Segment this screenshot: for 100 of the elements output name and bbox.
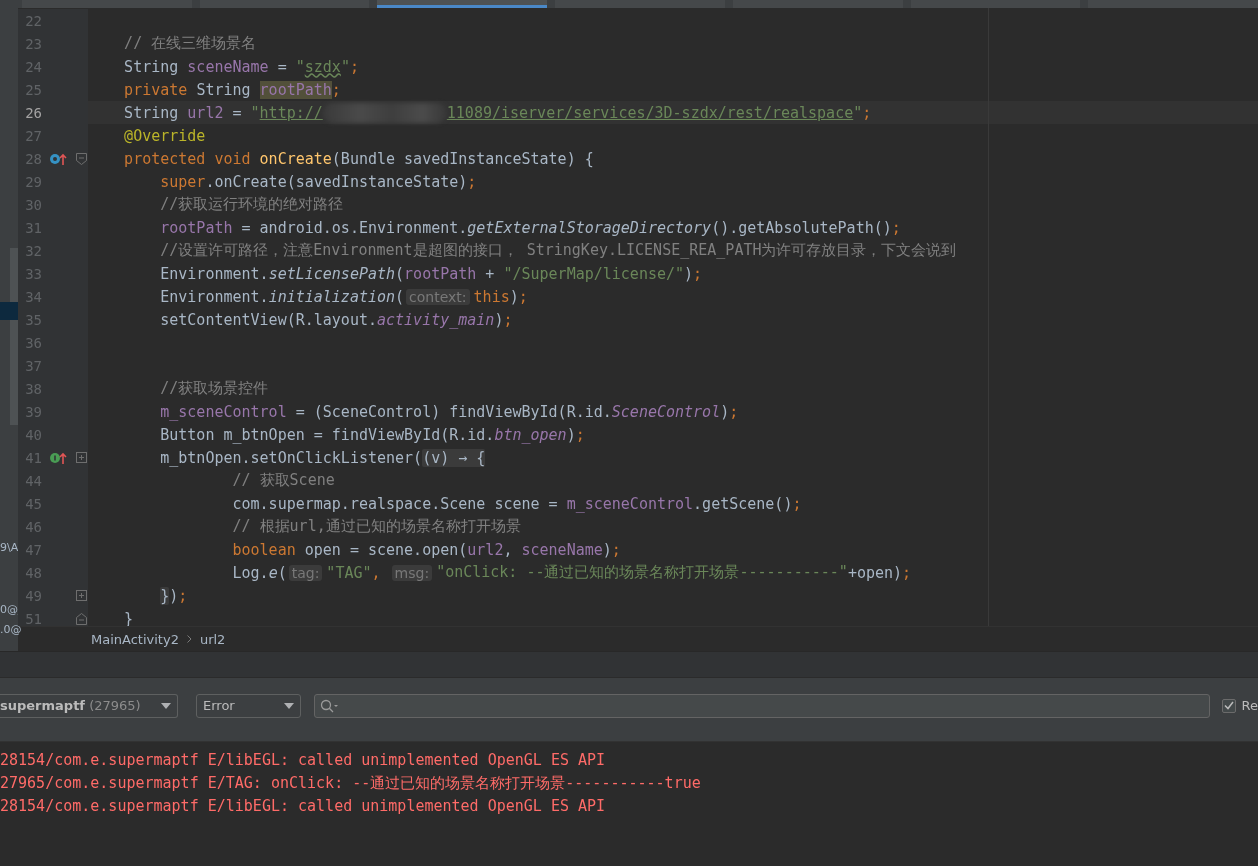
keyword: private <box>123 80 189 99</box>
field-name: SceneControl <box>611 402 721 421</box>
url-link[interactable]: http:// <box>259 103 323 122</box>
search-field[interactable] <box>314 693 1210 718</box>
string-literal: "onClick: --通过已知的场景名称打开场景-----------" <box>436 563 848 582</box>
code-text: ) <box>566 425 576 444</box>
regex-checkbox[interactable] <box>1221 698 1236 713</box>
expand-icon[interactable] <box>75 452 87 463</box>
code-text: ( <box>277 563 287 582</box>
string-literal: szdx <box>304 57 341 76</box>
sidebar-text: .0@ <box>0 623 22 636</box>
string-literal: " <box>853 103 863 122</box>
code-text: ().getAbsolutePath() <box>711 218 892 237</box>
log-line: 28154/com.e.supermaptf E/libEGL: called unimplemented OpenGL ES API <box>0 796 607 817</box>
log-line: 27965/com.e.supermaptf E/TAG: onClick: --通过已知的场景名称打开场景-----------true <box>0 773 702 794</box>
code-comment: // 根据url,通过已知的场景名称打开场景 <box>231 517 521 536</box>
code-comment: //获取场景控件 <box>159 379 269 398</box>
chevron-icon <box>186 635 192 643</box>
checkbox-label: Re <box>1241 698 1258 713</box>
keyword: ; <box>693 264 703 283</box>
string-literal: " <box>250 103 260 122</box>
code-text: ) <box>509 287 519 306</box>
line-number: 26 <box>24 104 42 121</box>
code-text: (Bundle savedInstanceState) { <box>331 149 594 168</box>
keyword: ; <box>792 494 802 513</box>
log-line: 28154/com.e.supermaptf E/libEGL: called unimplemented OpenGL ES API <box>0 750 607 771</box>
editor-tab[interactable] <box>377 0 548 8</box>
highlighted-identifier: rootPath <box>259 80 332 99</box>
method-call: initialization <box>268 287 396 306</box>
override-marker-icon[interactable] <box>49 151 67 166</box>
folded-code[interactable]: } <box>88 586 170 605</box>
string-literal: " <box>340 57 350 76</box>
keyword: ; <box>518 287 528 306</box>
keyword: boolean <box>231 540 297 559</box>
method-call: setLicensePath <box>268 264 396 283</box>
code-text: ) <box>494 310 504 329</box>
code-text: , <box>503 540 514 559</box>
code-text: = (SceneControl) findViewById(R.id. <box>294 402 612 421</box>
code-comment: //获取运行环境的绝对路径 <box>159 195 344 214</box>
code-text: Button m_btnOpen = findViewById(R.id. <box>159 425 495 444</box>
code-text: m_btnOpen.setOnClickListener( <box>159 448 423 467</box>
sidebar-text: 9\A <box>0 541 19 554</box>
keyword: ; <box>503 310 513 329</box>
fold-icon[interactable] <box>75 152 87 165</box>
code-text: +open) <box>847 563 903 582</box>
implements-marker-icon[interactable] <box>49 450 67 465</box>
code-comment: // 获取Scene <box>231 471 335 490</box>
search-icon <box>320 698 338 713</box>
breadcrumb-item[interactable]: url2 <box>199 631 226 647</box>
log-level-dropdown[interactable]: Error <box>196 693 301 718</box>
folded-code[interactable]: (v) → { <box>422 448 486 467</box>
code-comment: //设置许可路径，注意Environment是超图的接口， StringKey.LICENSE_REA_PATH为许可存放目录，下文会说到 <box>159 241 957 260</box>
keyword: super <box>159 172 206 191</box>
field-name: url2 <box>187 103 224 122</box>
expand-icon[interactable] <box>75 590 87 601</box>
field-name: sceneName <box>187 57 269 76</box>
string-literal: "TAG" <box>326 563 372 582</box>
code-text: ) <box>684 264 694 283</box>
code-text: = <box>231 103 243 122</box>
selected-row <box>0 302 18 320</box>
code-text: .getScene() <box>693 494 793 513</box>
keyword: ; <box>349 57 359 76</box>
code-text: } <box>123 609 134 626</box>
keyword: ; <box>729 402 739 421</box>
code-text: + <box>484 264 496 283</box>
keyword: ; <box>331 80 341 99</box>
code-text: open = scene.open( <box>304 540 468 559</box>
string-literal: " <box>295 57 305 76</box>
field-name: url2 <box>467 540 504 559</box>
caret-icon <box>284 702 294 709</box>
keyword: ; <box>902 563 912 582</box>
field-name: m_sceneControl <box>159 402 287 421</box>
device-dropdown[interactable]: supermaptf (27965) <box>0 693 178 718</box>
code-text: String <box>123 103 180 122</box>
code-text: = android.os.Environment. <box>240 218 468 237</box>
field-name: activity_main <box>377 310 495 329</box>
keyword: ; <box>891 218 901 237</box>
url-link[interactable]: 11089/iserver/services/3D-szdx/rest/realspace <box>446 103 854 122</box>
code-text: ( <box>395 264 405 283</box>
code-text: .onCreate(savedInstanceState) <box>205 172 468 191</box>
code-text: ( <box>395 287 405 306</box>
keyword: , <box>371 563 382 582</box>
keyword: ; <box>611 540 621 559</box>
field-name: rootPath <box>159 218 233 237</box>
field-name: rootPath <box>404 264 477 283</box>
code-text: Log. <box>231 563 269 582</box>
keyword: ; <box>178 586 188 605</box>
keyword: ; <box>575 425 585 444</box>
code-text: Environment. <box>159 287 269 306</box>
annotation: @Override <box>123 126 206 145</box>
field-name: sceneName <box>521 540 603 559</box>
code-text: ) <box>169 586 179 605</box>
code-text: setContentView(R.layout. <box>159 310 377 329</box>
code-comment: // 在线三维场景名 <box>123 34 257 53</box>
breadcrumb-item[interactable]: MainActivity2 <box>91 631 179 647</box>
field-name: btn_open <box>494 425 567 444</box>
code-text: ) <box>720 402 730 421</box>
scrollbar-thumb[interactable] <box>10 248 18 425</box>
code-text: String <box>123 57 180 76</box>
fold-icon[interactable] <box>75 612 87 625</box>
